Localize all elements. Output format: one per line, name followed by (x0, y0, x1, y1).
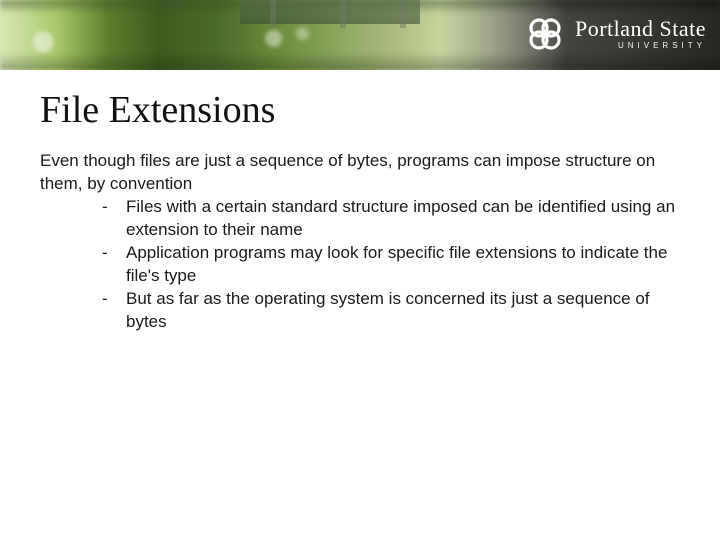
bullet-item: But as far as the operating system is co… (102, 288, 680, 334)
bullet-item: Files with a certain standard structure … (102, 196, 680, 242)
slide-title: File Extensions (40, 88, 680, 132)
bullet-list: Files with a certain standard structure … (40, 196, 680, 334)
logo-text: Portland State UNIVERSITY (575, 18, 706, 50)
slide-content: File Extensions Even though files are ju… (0, 70, 720, 334)
university-logo: Portland State UNIVERSITY (525, 14, 706, 54)
interlocking-rings-icon (525, 14, 565, 54)
header-banner: Portland State UNIVERSITY (0, 0, 720, 70)
logo-text-sub: UNIVERSITY (575, 42, 706, 50)
banner-photo-decoration (400, 0, 406, 28)
logo-text-main: Portland State (575, 18, 706, 40)
slide-body: Even though files are just a sequence of… (40, 150, 680, 334)
bullet-item: Application programs may look for specif… (102, 242, 680, 288)
intro-paragraph: Even though files are just a sequence of… (40, 150, 680, 196)
banner-photo-decoration (340, 0, 346, 28)
banner-photo-decoration (240, 0, 420, 24)
banner-photo-decoration (270, 0, 276, 28)
slide: Portland State UNIVERSITY File Extension… (0, 0, 720, 540)
